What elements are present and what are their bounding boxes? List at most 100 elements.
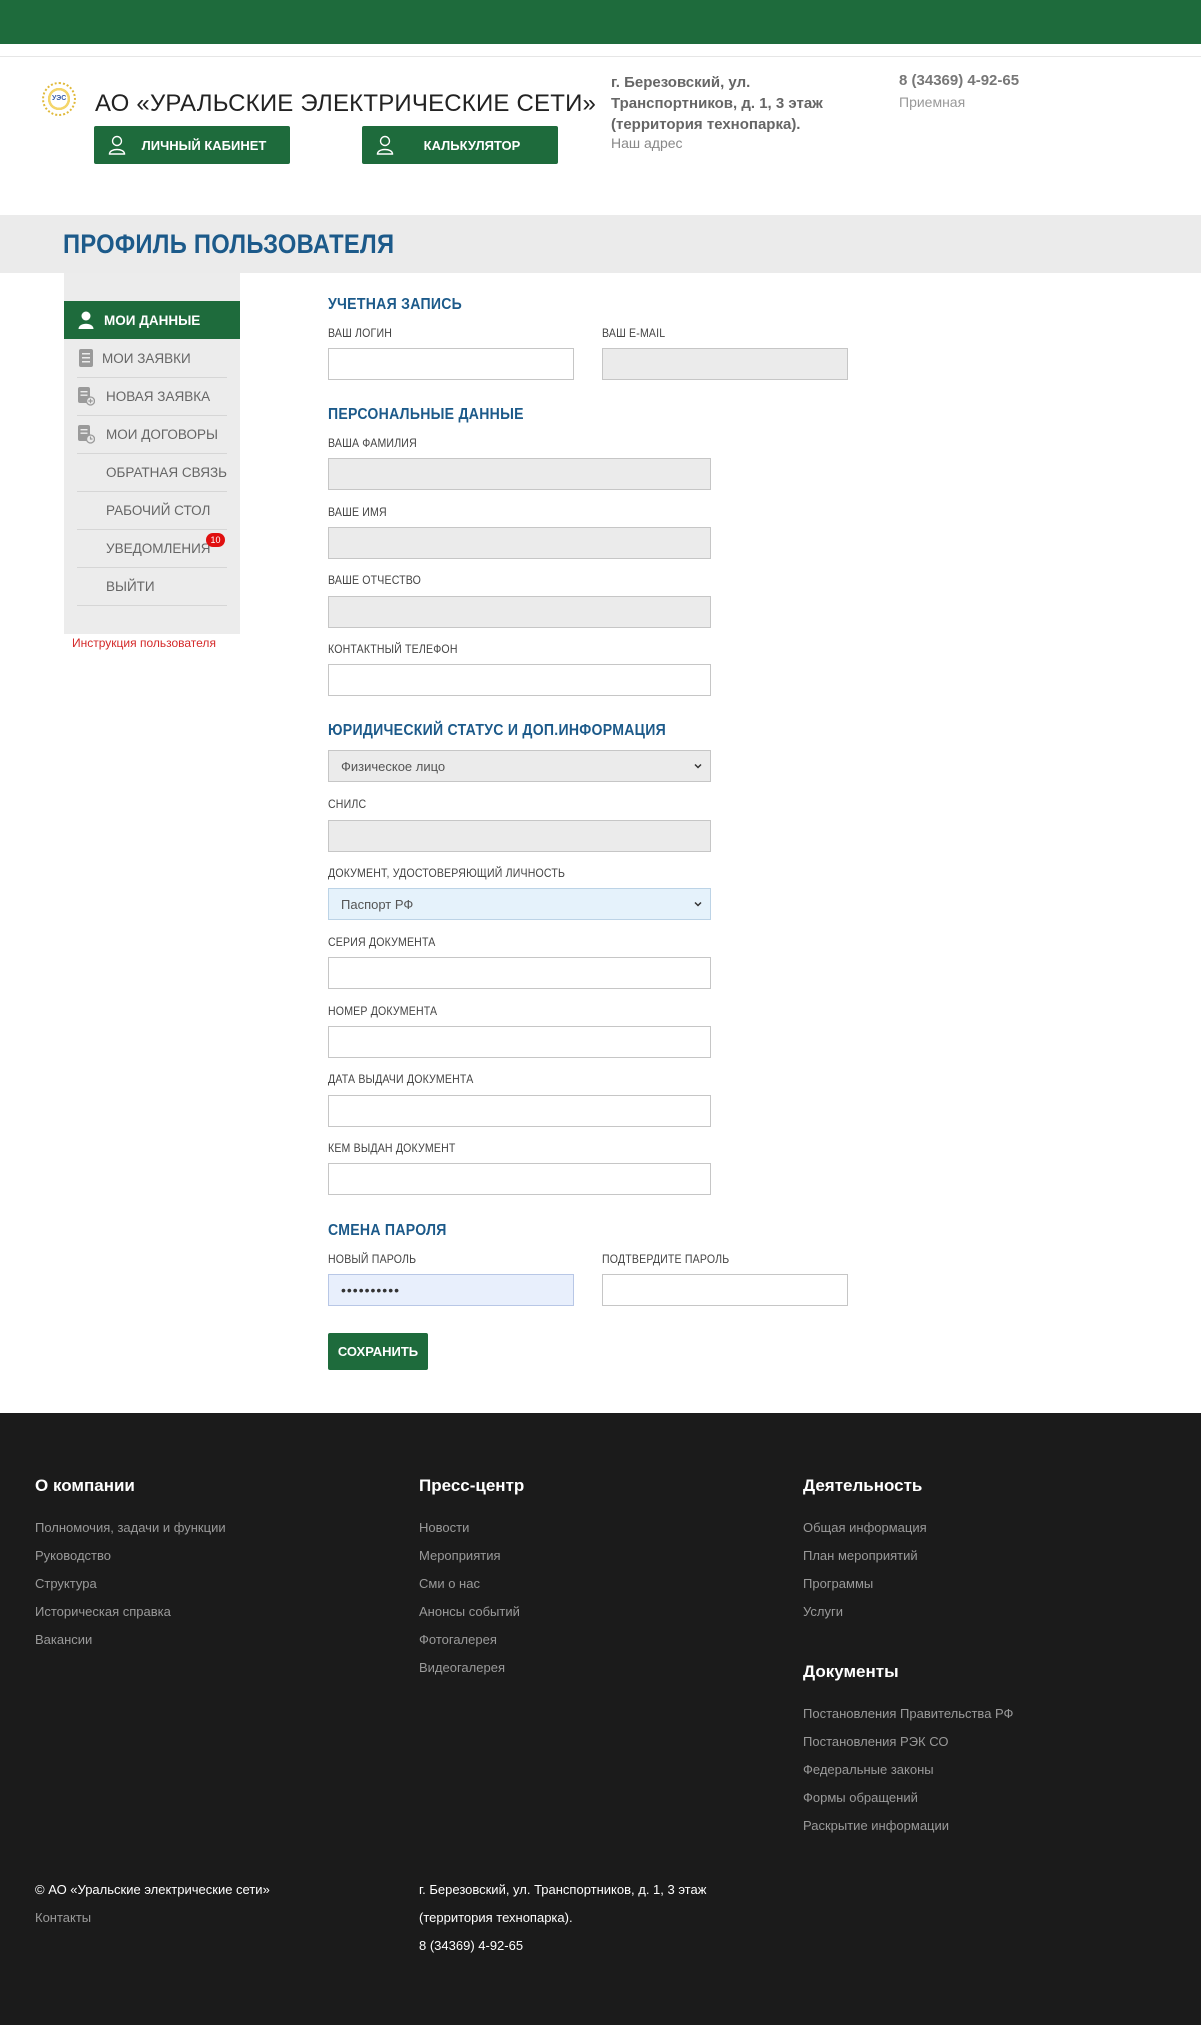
identity-document-label: ДОКУМЕНТ, УДОСТОВЕРЯЮЩИЙ ЛИЧНОСТЬ [328, 866, 566, 880]
legal-section-title: ЮРИДИЧЕСКИЙ СТАТУС И ДОП.ИНФОРМАЦИЯ [328, 722, 666, 739]
chevron-down-icon [694, 901, 702, 907]
issue-date-label: ДАТА ВЫДАЧИ ДОКУМЕНТА [328, 1072, 474, 1086]
calculator-label: КАЛЬКУЛЯТОР [423, 137, 521, 153]
footer-link[interactable]: Сми о нас [419, 1576, 480, 1591]
issue-date-input[interactable] [328, 1095, 711, 1127]
sidebar-item-label: МОИ ДАННЫЕ [104, 312, 201, 328]
sidebar-item-label: МОИ ЗАЯВКИ [102, 350, 191, 366]
sidebar-item-feedback[interactable]: ОБРАТНАЯ СВЯЗЬ [64, 453, 240, 491]
document-series-label: СЕРИЯ ДОКУМЕНТА [328, 935, 436, 949]
contract-icon [78, 425, 95, 444]
footer-address-line2: (территория технопарка). [419, 1910, 573, 1925]
footer-link[interactable]: Новости [419, 1520, 469, 1535]
legal-status-value: Физическое лицо [341, 758, 446, 774]
document-icon [79, 349, 93, 367]
sidebar-item-label: УВЕДОМЛЕНИЯ [106, 540, 211, 556]
personal-cabinet-label: ЛИЧНЫЙ КАБИНЕТ [141, 137, 267, 153]
confirm-password-input[interactable] [602, 1274, 848, 1306]
footer-link[interactable]: Полномочия, задачи и функции [35, 1520, 226, 1535]
surname-input[interactable] [328, 458, 711, 490]
sidebar-item-label: НОВАЯ ЗАЯВКА [106, 388, 211, 404]
company-name[interactable]: АО «УРАЛЬСКИЕ ЭЛЕКТРИЧЕСКИЕ СЕТИ» [95, 90, 596, 118]
footer-link[interactable]: Федеральные законы [803, 1762, 934, 1777]
footer-link[interactable]: Общая информация [803, 1520, 927, 1535]
contact-phone-label: КОНТАКТНЫЙ ТЕЛЕФОН [328, 642, 458, 656]
footer-link[interactable]: Анонсы событий [419, 1604, 520, 1619]
patronymic-label: ВАШЕ ОТЧЕСТВО [328, 573, 422, 587]
password-section-title: СМЕНА ПАРОЛЯ [328, 1222, 447, 1239]
save-button[interactable]: СОХРАНИТЬ [328, 1333, 428, 1370]
footer-link[interactable]: Видеогалерея [419, 1660, 505, 1675]
identity-document-value: Паспорт РФ [341, 896, 414, 912]
snils-label: СНИЛС [328, 797, 367, 811]
user-icon [78, 311, 94, 329]
sidebar-item-logout[interactable]: ВЫЙТИ [64, 567, 240, 605]
new-password-value: •••••••••• [341, 1282, 401, 1298]
issued-by-label: КЕМ ВЫДАН ДОКУМЕНТ [328, 1141, 456, 1155]
calculator-button[interactable]: КАЛЬКУЛЯТОР [362, 126, 558, 164]
footer-link[interactable]: Историческая справка [35, 1604, 171, 1619]
header-address-caption: Наш адрес [611, 135, 683, 151]
sidebar-item-my-requests[interactable]: МОИ ЗАЯВКИ [64, 339, 240, 377]
header-divider [0, 56, 1201, 57]
snils-input[interactable] [328, 820, 711, 852]
account-section-title: УЧЕТНАЯ ЗАПИСЬ [328, 296, 463, 313]
new-document-icon [78, 387, 95, 406]
sidebar-item-new-request[interactable]: НОВАЯ ЗАЯВКА [64, 377, 240, 415]
personal-section-title: ПЕРСОНАЛЬНЫЕ ДАННЫЕ [328, 406, 524, 423]
name-label: ВАШЕ ИМЯ [328, 505, 387, 519]
footer-link[interactable]: План мероприятий [803, 1548, 918, 1563]
footer-link[interactable]: Раскрытие информации [803, 1818, 949, 1833]
footer-link[interactable]: Постановления Правительства РФ [803, 1706, 1013, 1721]
document-series-input[interactable] [328, 957, 711, 989]
footer-link[interactable]: Вакансии [35, 1632, 92, 1647]
footer-copyright: © АО «Уральские электрические сети» [35, 1882, 270, 1897]
footer-address-line1: г. Березовский, ул. Транспортников, д. 1… [419, 1882, 707, 1897]
footer-link[interactable]: Формы обращений [803, 1790, 918, 1805]
login-input[interactable] [328, 348, 574, 380]
issued-by-input[interactable] [328, 1163, 711, 1195]
footer-link[interactable]: Руководство [35, 1548, 111, 1563]
personal-cabinet-button[interactable]: ЛИЧНЫЙ КАБИНЕТ [94, 126, 290, 164]
top-bar [0, 0, 1201, 44]
footer-link[interactable]: Мероприятия [419, 1548, 501, 1563]
sidebar-item-label: РАБОЧИЙ СТОЛ [106, 502, 211, 518]
sidebar-item-label: ВЫЙТИ [106, 578, 155, 594]
legal-status-select[interactable]: Физическое лицо [328, 750, 711, 782]
footer-link[interactable]: Фотогалерея [419, 1632, 497, 1647]
footer-link[interactable]: Услуги [803, 1604, 843, 1619]
header-phone-caption: Приемная [899, 94, 966, 110]
page-title: ПРОФИЛЬ ПОЛЬЗОВАТЕЛЯ [63, 229, 395, 259]
sidebar-item-my-data[interactable]: МОИ ДАННЫЕ [64, 301, 240, 339]
footer [0, 1413, 1201, 2025]
new-password-label: НОВЫЙ ПАРОЛЬ [328, 1252, 417, 1266]
header-phone[interactable]: 8 (34369) 4-92-65 [899, 72, 1019, 89]
confirm-password-label: ПОДТВЕРДИТЕ ПАРОЛЬ [602, 1252, 730, 1266]
name-input[interactable] [328, 527, 711, 559]
chevron-down-icon [694, 763, 702, 769]
sidebar-item-my-contracts[interactable]: МОИ ДОГОВОРЫ [64, 415, 240, 453]
footer-contacts-link[interactable]: Контакты [35, 1910, 91, 1925]
document-number-label: НОМЕР ДОКУМЕНТА [328, 1004, 438, 1018]
email-input[interactable] [602, 348, 848, 380]
contact-phone-input[interactable] [328, 664, 711, 696]
patronymic-input[interactable] [328, 596, 711, 628]
sidebar-item-desktop[interactable]: РАБОЧИЙ СТОЛ [64, 491, 240, 529]
identity-document-select[interactable]: Паспорт РФ [328, 888, 711, 920]
footer-col-about-title: О компании [35, 1476, 135, 1495]
surname-label: ВАША ФАМИЛИЯ [328, 436, 417, 450]
footer-link[interactable]: Постановления РЭК СО [803, 1734, 948, 1749]
notifications-badge: 10 [206, 533, 225, 547]
sidebar-item-label: ОБРАТНАЯ СВЯЗЬ [106, 464, 227, 480]
new-password-input[interactable]: •••••••••• [328, 1274, 574, 1306]
logo-text: УЭС [52, 95, 67, 102]
footer-link[interactable]: Программы [803, 1576, 873, 1591]
document-number-input[interactable] [328, 1026, 711, 1058]
footer-phone[interactable]: 8 (34369) 4-92-65 [419, 1938, 523, 1953]
footer-link[interactable]: Структура [35, 1576, 97, 1591]
footer-col-activity-title: Деятельность [803, 1476, 923, 1495]
company-logo[interactable]: УЭС [42, 82, 76, 116]
sidebar-divider [77, 605, 227, 606]
header-address: г. Березовский, ул. Транспортников, д. 1… [611, 74, 823, 133]
user-instruction-link[interactable]: Инструкция пользователя [72, 636, 216, 650]
